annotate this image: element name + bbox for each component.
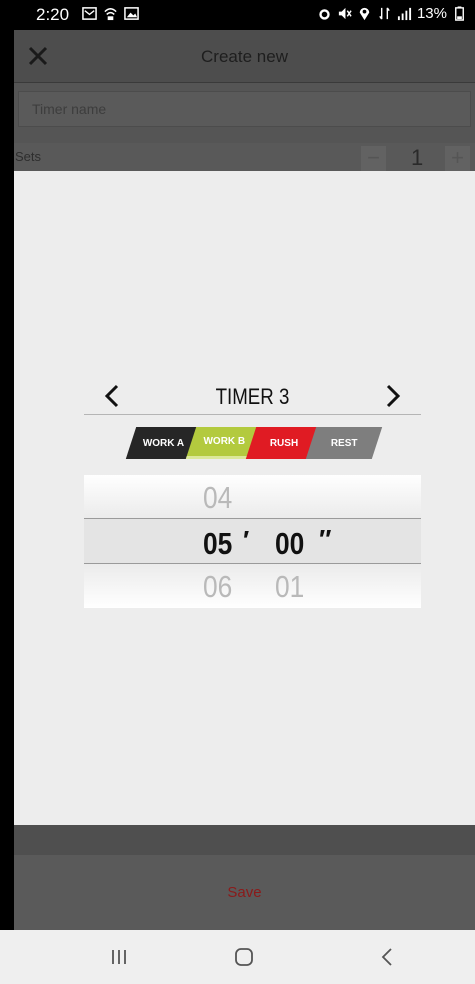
signal-icon xyxy=(397,7,412,21)
timer-name-input[interactable] xyxy=(18,91,471,127)
sets-value: 1 xyxy=(411,145,424,170)
minutes-selected[interactable]: 05 xyxy=(203,526,232,562)
picker-row-next[interactable]: 06 01 xyxy=(84,564,421,608)
minute-mark: ′ xyxy=(243,525,250,555)
app-screen: Create new Sets − 1 + Save TIMER 3 WORK … xyxy=(14,30,475,930)
tab-rest[interactable]: REST xyxy=(305,427,383,459)
phase-tabs: WORK A WORK B RUSH REST xyxy=(125,427,383,459)
app-header: Create new xyxy=(14,30,475,83)
recent-apps-icon[interactable] xyxy=(104,945,134,969)
wifi-hotspot-icon xyxy=(104,8,117,21)
battery-percent: 13% xyxy=(416,5,447,22)
footer-divider-band xyxy=(14,825,475,855)
system-navigation-bar xyxy=(0,930,475,984)
sets-label: Sets xyxy=(15,149,42,164)
seconds-next[interactable]: 01 xyxy=(275,569,304,605)
mute-icon xyxy=(338,7,352,20)
home-icon[interactable] xyxy=(229,945,259,969)
minutes-next[interactable]: 06 xyxy=(203,569,232,605)
status-notification-icons xyxy=(82,6,139,21)
sets-increment-button[interactable]: + xyxy=(445,146,470,171)
tab-work-a-label: WORK A xyxy=(143,437,185,449)
second-mark: ″ xyxy=(319,524,332,554)
timer-title: TIMER 3 xyxy=(215,384,290,409)
timer-name-row xyxy=(14,83,475,143)
image-notification-icon xyxy=(124,7,139,20)
data-transfer-icon xyxy=(379,7,390,20)
tab-rest-label: REST xyxy=(330,437,358,449)
seconds-selected[interactable]: 00 xyxy=(275,526,304,562)
battery-icon xyxy=(455,6,464,21)
duration-picker[interactable]: 04 05 ′ 00 ″ 06 01 xyxy=(84,475,421,609)
timer-dialog: TIMER 3 WORK A WORK B RUSH REST 04 05 ′ … xyxy=(14,171,475,825)
minutes-previous[interactable]: 04 xyxy=(203,480,232,516)
status-system-icons: 13% xyxy=(317,5,467,22)
tab-work-b-label: WORK B xyxy=(203,436,246,447)
timer-navigator: TIMER 3 xyxy=(84,377,421,415)
sets-decrement-button[interactable]: − xyxy=(361,146,386,171)
alarm-icon xyxy=(319,9,330,20)
save-button-label: Save xyxy=(227,884,262,901)
picker-row-selected[interactable]: 05 ′ 00 ″ xyxy=(84,519,421,564)
picker-row-previous[interactable]: 04 xyxy=(84,475,421,519)
save-button[interactable]: Save xyxy=(14,855,475,930)
status-bar: 2:20 13% xyxy=(0,0,475,30)
chevron-right-icon[interactable] xyxy=(379,383,405,409)
status-time: 2:20 xyxy=(36,5,70,24)
page-title: Create new xyxy=(201,47,288,66)
mail-notification-icon xyxy=(82,7,97,20)
back-icon[interactable] xyxy=(373,945,403,969)
tab-rush-label: RUSH xyxy=(269,437,299,449)
location-icon xyxy=(359,7,370,21)
sets-row: Sets − 1 + xyxy=(14,143,475,171)
